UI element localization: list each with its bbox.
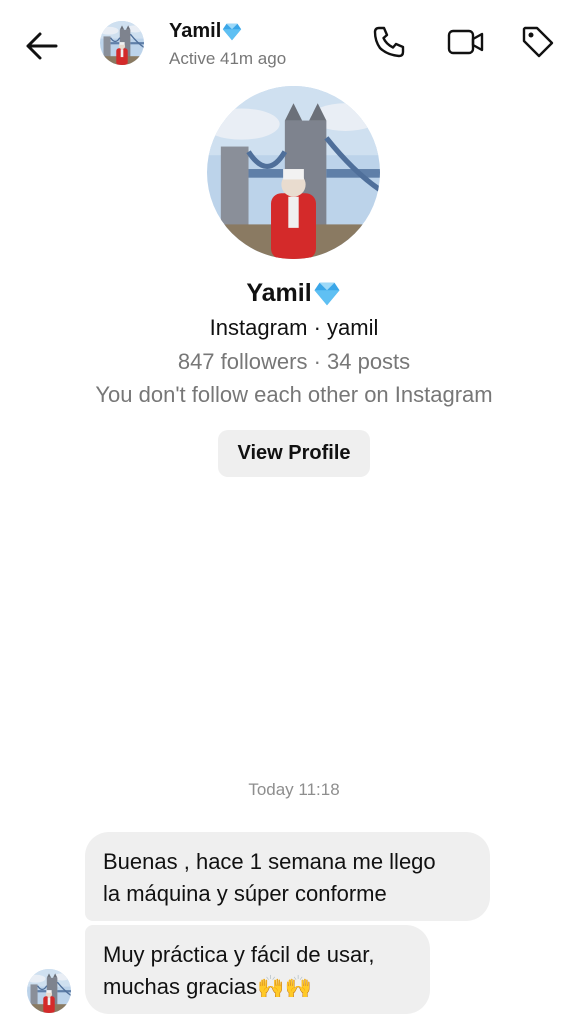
tag-icon <box>522 26 554 58</box>
back-button[interactable] <box>22 26 62 66</box>
follow-relation: You don't follow each other on Instagram <box>95 382 493 407</box>
chat-header: Yamil Active 41m ago <box>0 0 588 90</box>
profile-name-row: Yamil <box>0 279 588 308</box>
profile-name: Yamil <box>246 279 312 307</box>
active-status: Active 41m ago <box>169 49 287 68</box>
video-call-button[interactable] <box>447 24 484 60</box>
view-profile-button[interactable]: View Profile <box>218 430 370 477</box>
profile-picture[interactable] <box>207 86 380 259</box>
diamond-icon <box>314 283 340 306</box>
sender-avatar[interactable] <box>27 969 71 1013</box>
audio-call-button[interactable] <box>371 24 407 60</box>
platform-username: Instagram · yamil <box>209 315 379 340</box>
message-bubble[interactable]: Buenas , hace 1 semana me llego la máqui… <box>85 832 490 921</box>
back-arrow-icon <box>26 32 58 60</box>
phone-icon <box>373 26 405 58</box>
message-timestamp: Today 11:18 <box>248 780 340 799</box>
diamond-icon <box>223 23 242 40</box>
header-avatar[interactable] <box>100 21 144 65</box>
contact-name: Yamil <box>169 20 222 42</box>
contact-name-row[interactable]: Yamil <box>169 20 243 43</box>
label-button[interactable] <box>520 24 556 60</box>
follower-stats: 847 followers · 34 posts <box>177 349 411 374</box>
video-camera-icon <box>447 29 484 55</box>
message-bubble[interactable]: Muy práctica y fácil de usar, muchas gra… <box>85 925 430 1014</box>
